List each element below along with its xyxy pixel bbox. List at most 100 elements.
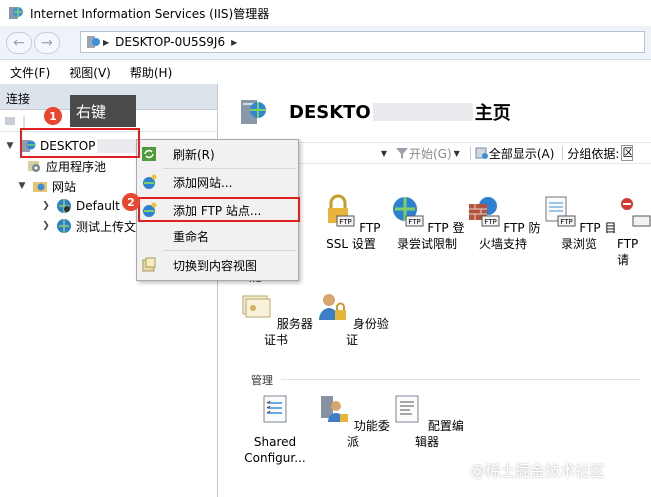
back-button[interactable]: ← bbox=[6, 31, 32, 54]
dropdown-arrow-icon[interactable]: ▼ bbox=[454, 149, 460, 158]
page-title-suffix: 主页 bbox=[474, 103, 511, 124]
show-all-button[interactable]: 全部显示(A) bbox=[475, 145, 555, 162]
menu-bar: 文件(F) 视图(V) 帮助(H) bbox=[0, 61, 651, 83]
title-bar: Internet Information Services (IIS)管理器 bbox=[0, 0, 651, 26]
menu-help[interactable]: 帮助(H) bbox=[130, 64, 172, 81]
content-view-icon bbox=[142, 257, 156, 272]
tree-node-app-pools[interactable]: 应用程序池 bbox=[22, 156, 106, 176]
feature-delegation[interactable]: 功能委派 bbox=[315, 392, 391, 450]
group-by-label: 分组依据: bbox=[567, 146, 620, 161]
certificate-icon bbox=[242, 295, 271, 318]
connect-icon[interactable] bbox=[4, 114, 18, 128]
menu-separator bbox=[163, 168, 296, 169]
feature-label: 功能委派 bbox=[346, 419, 390, 449]
toolbar-separator: | bbox=[22, 113, 27, 128]
watermark: @稀土掘金技术社区 bbox=[470, 462, 606, 480]
group-by-select[interactable]: 区 bbox=[621, 145, 634, 161]
tree-node-default-site[interactable]: ❯ Default W bbox=[40, 196, 136, 216]
shared-config-icon bbox=[263, 395, 287, 423]
menu-item-content-view[interactable]: 切换到内容视图 bbox=[137, 253, 298, 277]
group-label-management: 管理 bbox=[251, 374, 273, 387]
menu-item-label: 切换到内容视图 bbox=[173, 258, 258, 273]
tree-label-app-pools: 应用程序池 bbox=[46, 159, 107, 174]
right-click-tooltip: 右键 bbox=[70, 95, 136, 127]
page-header: DESKTO 主页 bbox=[219, 84, 651, 140]
directory-ftp-icon: FTP bbox=[545, 196, 576, 227]
show-all-icon bbox=[475, 147, 488, 159]
refresh-icon bbox=[142, 147, 156, 161]
feature-server-cert[interactable]: 服务器证书 bbox=[239, 290, 313, 348]
svg-text:FTP: FTP bbox=[560, 218, 572, 226]
svg-text:FTP: FTP bbox=[484, 218, 496, 226]
iis-app-icon bbox=[9, 7, 23, 19]
tree-node-sites[interactable]: ▼ 网站 bbox=[16, 176, 76, 196]
blank-icon bbox=[141, 228, 157, 244]
address-field[interactable]: ▶ DESKTOP-0U5S9J6 ▶ bbox=[80, 31, 645, 53]
menu-item-label: 重命名 bbox=[173, 229, 210, 244]
address-bar: ← → ▶ DESKTOP-0U5S9J6 ▶ bbox=[0, 26, 651, 60]
padlock-ftp-icon: FTP bbox=[328, 194, 355, 227]
menu-item-label: 刷新(R) bbox=[173, 147, 215, 162]
menu-view[interactable]: 视图(V) bbox=[69, 64, 111, 81]
feature-ftp-more[interactable]: FTP 请 bbox=[617, 194, 651, 268]
menu-item-refresh[interactable]: 刷新(R) bbox=[137, 142, 298, 166]
forward-button[interactable]: → bbox=[34, 31, 60, 54]
back-arrow-icon: ← bbox=[13, 34, 25, 51]
feature-ftp-dir[interactable]: FTP FTP 目录浏览 bbox=[541, 194, 617, 252]
feature-label: Shared Configur... bbox=[244, 435, 306, 465]
config-editor-icon bbox=[395, 395, 419, 423]
tree-label-sites: 网站 bbox=[52, 179, 77, 194]
highlight-add-ftp-site bbox=[138, 197, 300, 222]
server-icon bbox=[87, 36, 100, 48]
website-globe-icon bbox=[57, 199, 71, 213]
feature-auth[interactable]: 身份验证 bbox=[315, 290, 389, 348]
start-button[interactable]: 开始(G) ▼ bbox=[395, 145, 462, 162]
menu-item-add-site[interactable]: 添加网站... bbox=[137, 170, 298, 194]
globe-ftp-icon: FTP bbox=[392, 197, 424, 227]
feature-label: 身份验证 bbox=[345, 317, 389, 347]
funnel-icon bbox=[396, 148, 408, 159]
website-globe-icon bbox=[57, 219, 71, 233]
feature-ftp-ssl[interactable]: FTP FTP SSL 设置 bbox=[313, 194, 389, 252]
tree-label-upload-site: 测试上传文 bbox=[76, 219, 137, 234]
step-badge-1: 1 bbox=[44, 107, 62, 125]
group-divider bbox=[281, 379, 641, 380]
redaction-mask bbox=[372, 103, 473, 121]
breadcrumb-arrow-icon[interactable]: ▶ bbox=[231, 38, 237, 47]
feature-shared-config[interactable]: Shared Configur... bbox=[237, 392, 313, 466]
show-all-label: 全部显示(A) bbox=[488, 146, 555, 161]
toolbar-separator bbox=[562, 146, 564, 160]
server-home-icon bbox=[241, 100, 266, 124]
collapse-icon[interactable]: ▼ bbox=[16, 181, 28, 191]
ftp-request-icon bbox=[621, 198, 651, 227]
feature-ftp-firewall[interactable]: FTP FTP 防火墙支持 bbox=[465, 194, 541, 252]
breadcrumb-arrow-icon[interactable]: ▶ bbox=[103, 38, 109, 47]
collapse-icon[interactable]: ▼ bbox=[4, 141, 16, 151]
add-website-icon bbox=[143, 174, 157, 189]
firewall-ftp-icon: FTP bbox=[468, 197, 500, 227]
window-title: Internet Information Services (IIS)管理器 bbox=[30, 6, 270, 21]
step-badge-2: 2 bbox=[122, 193, 140, 211]
menu-separator bbox=[163, 250, 296, 251]
delegation-icon bbox=[321, 396, 349, 422]
feature-label: FTP 请 bbox=[617, 237, 639, 267]
forward-arrow-icon: → bbox=[41, 34, 53, 51]
feature-ftp-login[interactable]: FTP FTP 登录尝试限制 bbox=[389, 194, 465, 252]
menu-item-rename[interactable]: 重命名 bbox=[137, 224, 298, 248]
expand-icon[interactable]: ❯ bbox=[40, 201, 52, 211]
expand-icon[interactable]: ❯ bbox=[40, 221, 52, 231]
start-label: 开始(G) bbox=[409, 146, 452, 161]
svg-text:FTP: FTP bbox=[340, 218, 352, 226]
toolbar-separator bbox=[469, 146, 471, 160]
user-lock-icon bbox=[319, 294, 347, 320]
svg-text:FTP: FTP bbox=[408, 218, 420, 226]
breadcrumb-server[interactable]: DESKTOP-0U5S9J6 bbox=[115, 35, 225, 49]
sites-folder-icon bbox=[33, 182, 47, 192]
dropdown-arrow-icon[interactable]: ▼ bbox=[381, 149, 387, 158]
feature-config-editor[interactable]: 配置编辑器 bbox=[389, 392, 465, 450]
menu-file[interactable]: 文件(F) bbox=[10, 64, 50, 81]
tree-node-upload-site[interactable]: ❯ 测试上传文 bbox=[40, 216, 136, 236]
page-title-prefix: DESKTO bbox=[289, 101, 371, 123]
highlight-server-node bbox=[20, 128, 140, 158]
menu-item-label: 添加网站... bbox=[173, 175, 233, 190]
